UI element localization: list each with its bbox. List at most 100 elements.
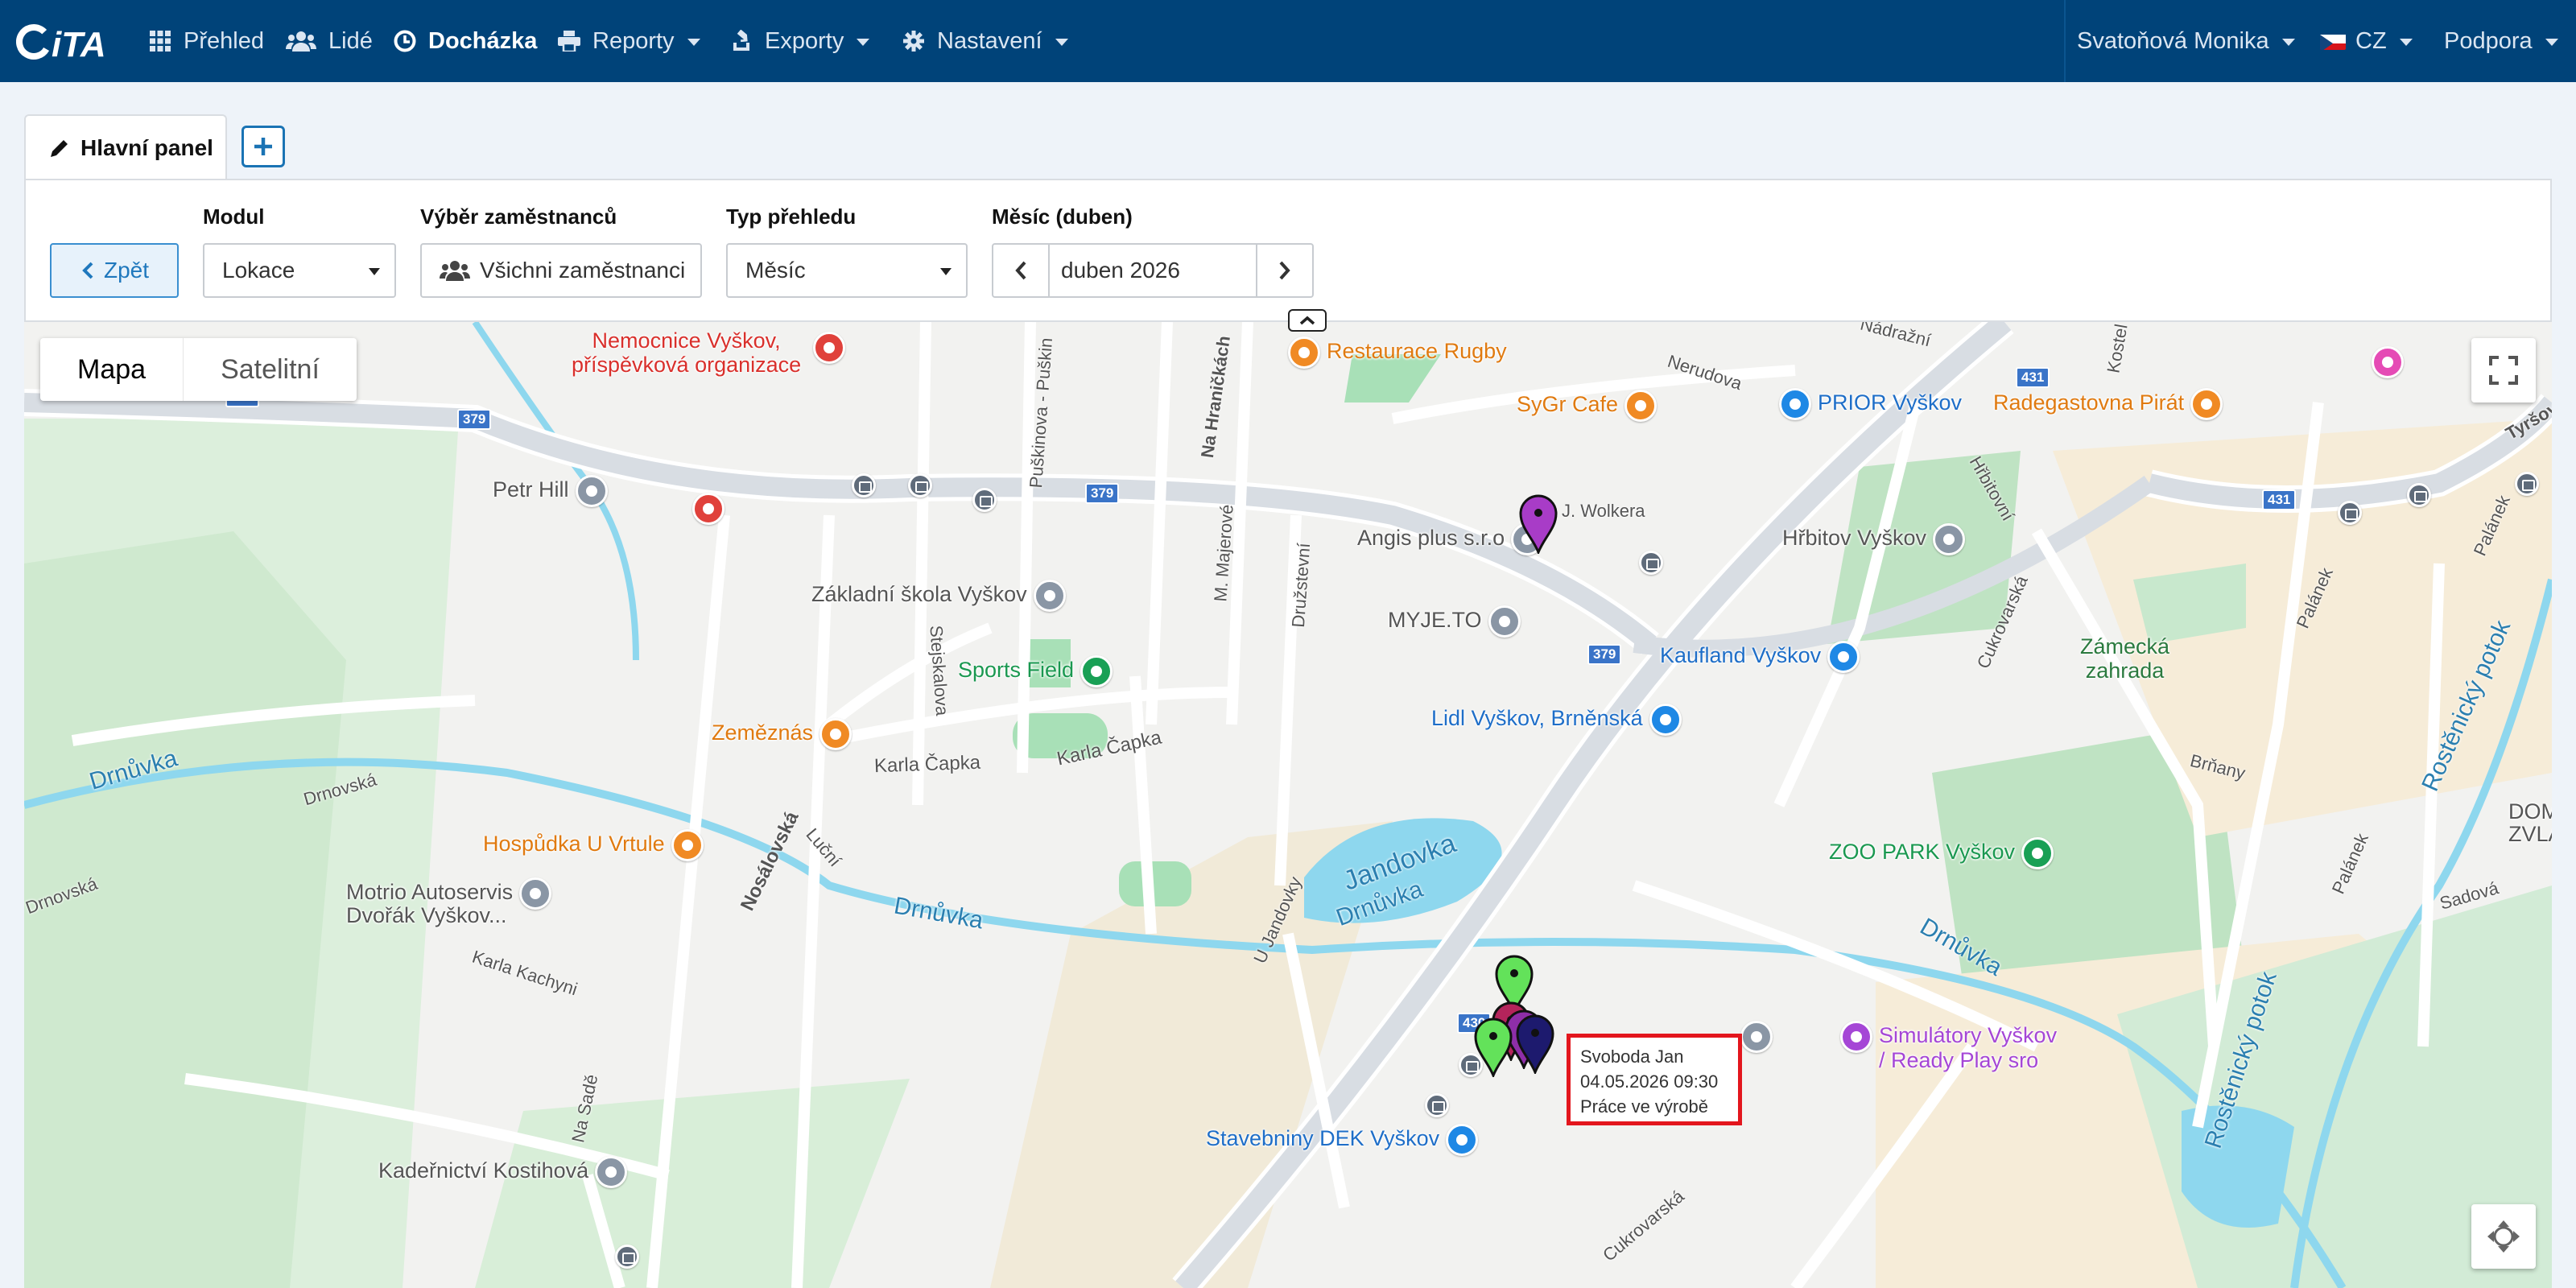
poi-simulatory[interactable]: Simulátory Vyškov / Ready Play sro [1840, 1021, 2057, 1072]
user-menu[interactable]: Svatoňová Monika [2077, 0, 2295, 82]
bus-stop-icon[interactable] [2338, 501, 2362, 525]
poi-myje[interactable]: MYJE.TO [1388, 605, 1521, 638]
view-type-label: Typ přehledu [726, 204, 857, 229]
nav-prehled[interactable]: Přehled [148, 0, 264, 82]
poi-motrio[interactable]: Motrio Autoservis Dvořák Vyškov... [346, 877, 552, 927]
employees-label: Výběr zaměstnanců [420, 204, 617, 229]
fullscreen-button[interactable] [2471, 338, 2536, 402]
tab-hlavni-panel[interactable]: Hlavní panel [24, 114, 227, 180]
poi-sports-label: Sports Field [958, 658, 1075, 683]
poi-radegastovna-label: Radegastovna Pirát [1993, 390, 2185, 415]
poi-kaufland[interactable]: Kaufland Vyškov [1660, 641, 1860, 673]
poi-angis-label: Angis plus s.r.o [1357, 526, 1505, 551]
back-label: Zpět [103, 258, 150, 283]
poi-hrbitov[interactable]: Hřbitov Vyškov [1782, 523, 1966, 555]
poi-myje-label: MYJE.TO [1388, 608, 1482, 633]
prev-month-button[interactable] [992, 243, 1050, 298]
poi-restaurace-rugby-label: Restaurace Rugby [1327, 339, 1507, 364]
nav-nastaveni-label: Nastavení [937, 27, 1042, 54]
month-input[interactable]: duben 2026 [1048, 243, 1259, 298]
map-type-satellite[interactable]: Satelitní [183, 338, 357, 401]
users-icon [440, 261, 470, 281]
road-shield-379-2: 379 [457, 409, 492, 430]
map-type-map[interactable]: Mapa [40, 338, 183, 401]
svg-text:iTA: iTA [52, 25, 106, 61]
back-button[interactable]: Zpět [50, 243, 179, 298]
cemetery-icon [1933, 523, 1966, 555]
view-type-select[interactable]: Měsíc [726, 243, 968, 298]
bus-stop-icon[interactable] [2407, 483, 2431, 507]
poi-hrbitov-label: Hřbitov Vyškov [1782, 526, 1927, 551]
poi-lidl[interactable]: Lidl Vyškov, Brněnská [1431, 704, 1682, 736]
support-link[interactable]: Podpora [2444, 0, 2558, 82]
module-select[interactable]: Lokace [203, 243, 396, 298]
place-icon [595, 1156, 628, 1188]
cart-icon [1827, 641, 1860, 673]
road-j-wolkera: J. Wolkera [1562, 501, 1645, 521]
poi-zemeznas[interactable]: Zeměznás [712, 718, 852, 750]
bus-stop-icon[interactable] [972, 488, 997, 512]
poi-hospital-label-2: příspěvková organizace [572, 353, 802, 377]
next-month-button[interactable] [1256, 243, 1314, 298]
bus-stop-icon[interactable] [1425, 1093, 1449, 1117]
poi-dom-zvlas: DOM ZVLÁŠ [2508, 800, 2552, 845]
module-value: Lokace [222, 258, 295, 283]
pharmacy-icon[interactable] [686, 493, 724, 525]
location-pin-navy[interactable] [1515, 1013, 1555, 1074]
bus-stop-icon[interactable] [852, 473, 876, 497]
poi-angis[interactable]: Angis plus s.r.o [1357, 523, 1544, 555]
bus-stop-icon[interactable] [2515, 472, 2539, 496]
poi-radegastovna[interactable]: Radegastovna Pirát [1993, 388, 2223, 420]
bus-stop-icon[interactable] [615, 1245, 639, 1269]
month-label: Měsíc (duben) [992, 204, 1133, 229]
poi-hospudka[interactable]: Hospůdka U Vrtule [483, 829, 704, 861]
poi-sports-field[interactable]: Sports Field [958, 655, 1113, 687]
poi-zamecka[interactable]: Zámecká zahrada [2080, 634, 2169, 683]
nav-divider [2064, 0, 2066, 82]
user-name: Svatoňová Monika [2077, 27, 2269, 54]
nav-lide[interactable]: Lidé [285, 0, 373, 82]
bus-stop-icon[interactable] [1639, 551, 1663, 575]
poi-prior[interactable]: PRIOR Vyškov [1779, 388, 1962, 420]
road-shield-431-2: 431 [2262, 489, 2297, 510]
czech-flag-icon [2320, 32, 2346, 50]
collapse-panel-button[interactable] [1288, 309, 1327, 332]
poi-sygr-label: SyGr Cafe [1517, 392, 1619, 417]
gear-icon [902, 29, 926, 53]
poi-restaurace-rugby[interactable]: Restaurace Rugby [1288, 336, 1507, 369]
poi-sygr-cafe[interactable]: SyGr Cafe [1517, 390, 1657, 422]
poi-dom-label: DOM [2508, 799, 2552, 824]
poi-dek[interactable]: Stavebniny DEK Vyškov [1206, 1124, 1479, 1156]
employees-select[interactable]: Všichni zaměstnanci [420, 243, 702, 298]
location-map[interactable]: Mapa Satelitní Nemocnice Vyškov, příspěv… [24, 322, 2552, 1288]
road-shield-379-3: 379 [1085, 483, 1120, 504]
nav-nastaveni[interactable]: Nastavení [902, 0, 1068, 82]
camera-control-button[interactable] [2471, 1204, 2536, 1269]
school-icon [1033, 580, 1066, 612]
location-pin-purple[interactable] [1518, 493, 1558, 554]
nav-exporty[interactable]: Exporty [729, 0, 870, 82]
poi-kadernictvi[interactable]: Kadeřnictví Kostihová [378, 1156, 628, 1188]
poi-zakladni-skola[interactable]: Základní škola Vyškov [811, 580, 1066, 612]
location-tooltip: Svoboda Jan 04.05.2026 09:30 Práce ve vý… [1567, 1034, 1742, 1125]
bus-stop-icon[interactable] [908, 473, 932, 497]
cafe-icon [819, 718, 852, 750]
nav-reporty[interactable]: Reporty [557, 0, 700, 82]
poi-petr-hill[interactable]: Petr Hill [493, 475, 608, 507]
location-pin-green-2[interactable] [1473, 1016, 1513, 1077]
tooltip-datetime: 04.05.2026 09:30 [1580, 1071, 1719, 1092]
poi-prior-label: PRIOR Vyškov [1818, 390, 1963, 415]
language-menu[interactable]: CZ [2320, 0, 2413, 82]
add-tab-button[interactable] [242, 126, 285, 167]
poi-zamecka-label: Zámecká [2080, 634, 2170, 658]
cita-logo[interactable]: iTA [16, 21, 122, 63]
nav-dochazka[interactable]: Docházka [393, 0, 537, 82]
hospital-icon[interactable] [807, 332, 845, 364]
chevron-left-icon [1015, 261, 1026, 280]
poi-simulatory-label: Simulátory Vyškov [1879, 1023, 2058, 1048]
poi-hospital[interactable]: Nemocnice Vyškov, příspěvková organizace [572, 328, 801, 377]
poi-zvlas-label: ZVLÁŠ [2508, 822, 2552, 846]
park-icon [1080, 655, 1113, 687]
hotel-icon[interactable] [2365, 346, 2404, 378]
poi-zoo[interactable]: ZOO PARK Vyškov [1829, 837, 2054, 869]
